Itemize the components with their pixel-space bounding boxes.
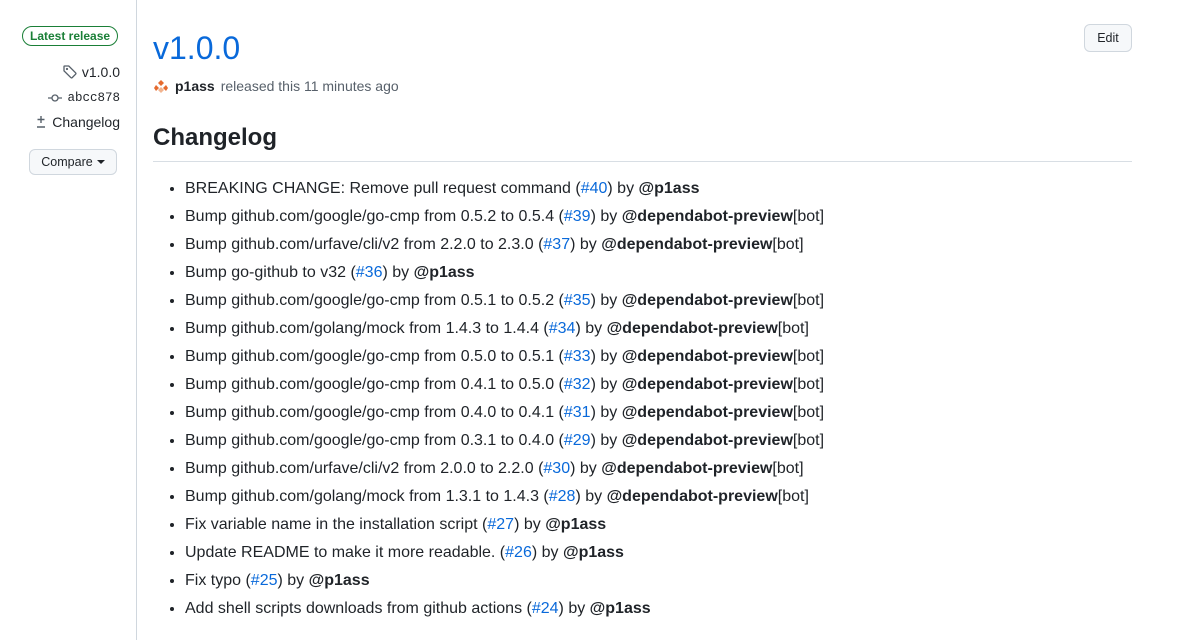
- pull-request-link[interactable]: #27: [487, 516, 514, 533]
- file-diff-icon: [34, 114, 48, 130]
- pull-request-link[interactable]: #29: [564, 432, 591, 449]
- change-description: Bump github.com/google/go-cmp from 0.4.0…: [185, 404, 555, 421]
- user-mention[interactable]: @p1ass: [414, 264, 475, 281]
- list-item: Bump github.com/google/go-cmp from 0.4.0…: [185, 399, 824, 427]
- change-description: Fix variable name in the installation sc…: [185, 516, 478, 533]
- bot-suffix: [bot]: [777, 320, 809, 337]
- tag-icon: [62, 64, 78, 80]
- release-author[interactable]: p1ass: [175, 78, 215, 94]
- latest-release-badge: Latest release: [22, 26, 119, 46]
- pull-request-link[interactable]: #30: [543, 460, 570, 477]
- changelog-link-label: Changelog: [52, 114, 120, 130]
- user-mention[interactable]: @dependabot-preview: [622, 432, 793, 449]
- pull-request-link[interactable]: #36: [356, 264, 383, 281]
- change-description: Bump github.com/google/go-cmp from 0.3.1…: [185, 432, 555, 449]
- list-item: Fix typo (#25) by @p1ass: [185, 567, 824, 595]
- change-description: Bump github.com/google/go-cmp from 0.4.1…: [185, 376, 555, 393]
- pull-request-link[interactable]: #32: [564, 376, 591, 393]
- user-mention[interactable]: @dependabot-preview: [622, 208, 793, 225]
- bot-suffix: [bot]: [772, 460, 804, 477]
- pull-request-link[interactable]: #33: [564, 348, 591, 365]
- commit-link[interactable]: abcc878: [47, 90, 120, 106]
- bot-suffix: [bot]: [792, 404, 825, 421]
- list-item: Add shell scripts downloads from github …: [185, 595, 824, 623]
- edit-button[interactable]: Edit: [1084, 24, 1132, 52]
- pull-request-link[interactable]: #28: [549, 488, 576, 505]
- change-description: Bump github.com/urfave/cli/v2 from 2.0.0…: [185, 460, 534, 477]
- bot-suffix: [bot]: [777, 488, 809, 505]
- change-description: Bump go-github to v32: [185, 264, 346, 281]
- pull-request-link[interactable]: #31: [564, 404, 591, 421]
- bot-suffix: [bot]: [792, 292, 825, 309]
- chevron-down-icon: [96, 160, 105, 164]
- tag-label: v1.0.0: [81, 64, 120, 80]
- changelog-link[interactable]: Changelog: [34, 114, 120, 130]
- user-mention[interactable]: @dependabot-preview: [607, 320, 778, 337]
- change-description: BREAKING CHANGE: Remove pull request com…: [185, 180, 571, 197]
- change-description: Bump github.com/google/go-cmp from 0.5.0…: [185, 348, 555, 365]
- user-mention[interactable]: @dependabot-preview: [601, 236, 772, 253]
- pull-request-link[interactable]: #39: [564, 208, 591, 225]
- changelog-list: BREAKING CHANGE: Remove pull request com…: [153, 175, 824, 623]
- user-mention[interactable]: @dependabot-preview: [601, 460, 772, 477]
- release-time-text: released this 11 minutes ago: [220, 78, 399, 94]
- list-item: Bump github.com/google/go-cmp from 0.3.1…: [185, 427, 824, 455]
- list-item: Bump github.com/golang/mock from 1.4.3 t…: [185, 315, 824, 343]
- change-description: Bump github.com/google/go-cmp from 0.5.1…: [185, 292, 555, 309]
- bot-suffix: [bot]: [772, 236, 804, 253]
- release-title[interactable]: v1.0.0: [153, 28, 240, 68]
- change-description: Bump github.com/urfave/cli/v2 from 2.2.0…: [185, 236, 534, 253]
- user-mention[interactable]: @dependabot-preview: [622, 376, 793, 393]
- list-item: Update README to make it more readable. …: [185, 539, 824, 567]
- user-mention[interactable]: @p1ass: [563, 544, 624, 561]
- user-mention[interactable]: @p1ass: [590, 600, 651, 617]
- pull-request-link[interactable]: #37: [543, 236, 570, 253]
- user-mention[interactable]: @dependabot-preview: [622, 292, 793, 309]
- compare-button[interactable]: Compare: [29, 149, 117, 175]
- list-item: Bump github.com/google/go-cmp from 0.5.2…: [185, 203, 824, 231]
- user-mention[interactable]: @dependabot-preview: [622, 348, 793, 365]
- changelog-heading: Changelog: [153, 123, 1132, 162]
- commit-sha: abcc878: [67, 91, 120, 105]
- user-mention[interactable]: @p1ass: [545, 516, 606, 533]
- tag-link[interactable]: v1.0.0: [62, 64, 120, 80]
- pull-request-link[interactable]: #24: [532, 600, 559, 617]
- bot-suffix: [bot]: [792, 348, 825, 365]
- change-description: Bump github.com/golang/mock from 1.3.1 t…: [185, 488, 539, 505]
- bot-suffix: [bot]: [792, 376, 825, 393]
- list-item: Bump github.com/google/go-cmp from 0.4.1…: [185, 371, 824, 399]
- list-item: Bump github.com/google/go-cmp from 0.5.1…: [185, 287, 824, 315]
- list-item: BREAKING CHANGE: Remove pull request com…: [185, 175, 824, 203]
- change-description: Fix typo: [185, 572, 242, 589]
- user-mention[interactable]: @dependabot-preview: [607, 488, 778, 505]
- user-mention[interactable]: @p1ass: [309, 572, 370, 589]
- list-item: Bump github.com/golang/mock from 1.3.1 t…: [185, 483, 824, 511]
- bot-suffix: [bot]: [792, 432, 825, 449]
- change-description: Bump github.com/google/go-cmp from 0.5.2…: [185, 208, 555, 225]
- change-description: Update README to make it more readable.: [185, 544, 496, 561]
- release-meta: p1ass released this 11 minutes ago: [153, 78, 399, 94]
- list-item: Bump github.com/google/go-cmp from 0.5.0…: [185, 343, 824, 371]
- compare-label: Compare: [41, 155, 93, 169]
- user-mention[interactable]: @dependabot-preview: [622, 404, 793, 421]
- bot-suffix: [bot]: [792, 208, 825, 225]
- pull-request-link[interactable]: #25: [251, 572, 278, 589]
- list-item: Bump github.com/urfave/cli/v2 from 2.2.0…: [185, 231, 824, 259]
- pull-request-link[interactable]: #26: [505, 544, 532, 561]
- list-item: Bump github.com/urfave/cli/v2 from 2.0.0…: [185, 455, 824, 483]
- list-item: Bump go-github to v32 (#36) by @p1ass: [185, 259, 824, 287]
- pull-request-link[interactable]: #34: [549, 320, 576, 337]
- pull-request-link[interactable]: #40: [581, 180, 608, 197]
- change-description: Add shell scripts downloads from github …: [185, 600, 523, 617]
- release-sidebar: Latest release v1.0.0 abcc878 Changelog …: [0, 0, 137, 640]
- change-description: Bump github.com/golang/mock from 1.4.3 t…: [185, 320, 539, 337]
- git-commit-icon: [47, 90, 63, 106]
- pull-request-link[interactable]: #35: [564, 292, 591, 309]
- user-mention[interactable]: @p1ass: [639, 180, 700, 197]
- avatar[interactable]: [153, 78, 169, 94]
- list-item: Fix variable name in the installation sc…: [185, 511, 824, 539]
